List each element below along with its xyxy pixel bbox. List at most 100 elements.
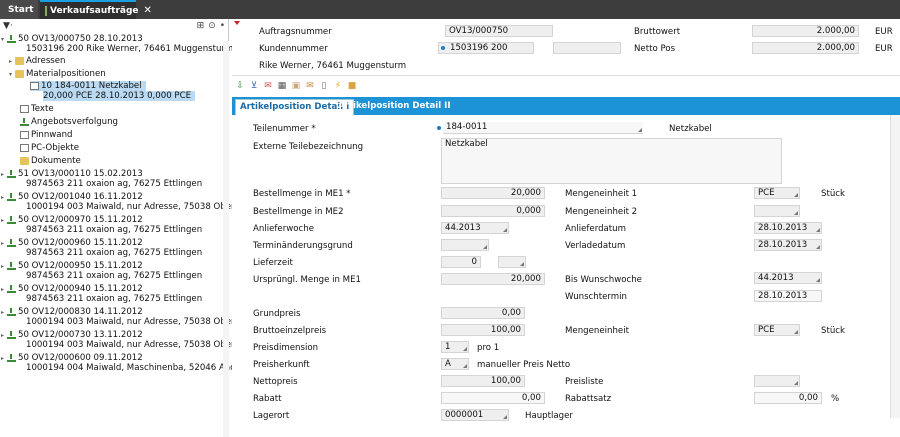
biswunsch-field[interactable]: 44.2013 bbox=[754, 272, 822, 284]
tree-node-detail[interactable]: 1000194 003 Maiwald, nur Adresse, 75038 … bbox=[26, 340, 235, 350]
auftragsnummer-field[interactable]: OV13/000750 bbox=[445, 25, 553, 37]
tree-folder-node[interactable]: PC-Objekte bbox=[20, 143, 79, 153]
termin-field[interactable] bbox=[441, 239, 489, 251]
grid-icon[interactable]: ▦ bbox=[277, 81, 287, 91]
preisliste-label: Preisliste bbox=[565, 377, 604, 387]
bruttowert-field[interactable]: 2.000,00 bbox=[752, 25, 859, 37]
wunschtermin-field[interactable]: 28.10.2013 bbox=[754, 290, 822, 302]
tree-scrollbar[interactable] bbox=[223, 41, 229, 437]
kundennummer-field[interactable]: 1503196 200 bbox=[438, 42, 534, 54]
form-scrollbar[interactable] bbox=[890, 115, 900, 418]
tree-node-detail[interactable]: 9874563 211 oxaion ag, 76275 Ettlingen bbox=[26, 179, 202, 189]
tree-node-detail[interactable]: 1503196 200 Rike Werner, 76461 Muggenstu… bbox=[26, 44, 233, 54]
tree-folder-node[interactable]: ▾ Materialpositionen bbox=[9, 69, 106, 80]
tree-node-label: 1000194 003 Maiwald, nur Adresse, 75038 … bbox=[26, 202, 235, 212]
folder-icon bbox=[20, 156, 29, 165]
nettopos-field[interactable]: 2.000,00 bbox=[752, 42, 859, 54]
tree-node-label: Adressen bbox=[26, 56, 66, 66]
tree-node-detail[interactable]: 1000194 003 Maiwald, nur Adresse, 75038 … bbox=[26, 317, 235, 327]
tree-node-detail[interactable]: 1000194 004 Maiwald, Maschinenba, 52046 … bbox=[26, 363, 237, 373]
best-me1-field[interactable]: 20,000 bbox=[441, 187, 545, 199]
download-icon[interactable]: ⇩ bbox=[235, 81, 245, 91]
download-icon bbox=[20, 117, 29, 126]
tab-start-label: Start bbox=[8, 4, 34, 15]
mail-icon[interactable]: ✉ bbox=[305, 81, 315, 91]
tab-verkaufsauftraege[interactable]: Verkaufsaufträge ✕ bbox=[40, 0, 152, 19]
download-icon bbox=[7, 261, 16, 270]
anlieferwoche-field[interactable]: 44.2013 bbox=[441, 222, 509, 234]
mengeneinheit2-field[interactable] bbox=[754, 205, 800, 217]
tree-node-label: Materialpositionen bbox=[26, 69, 106, 79]
preisdim-field[interactable]: 1 bbox=[441, 341, 469, 353]
lieferzeit-field[interactable]: 0 bbox=[441, 256, 481, 268]
tree-folder-node[interactable]: ▸ Adressen bbox=[9, 56, 66, 67]
tree-node-label: 51 OV13/000110 15.02.2013 bbox=[18, 169, 143, 179]
tree-node-label: 50 OV12/000830 14.11.2012 bbox=[18, 307, 143, 317]
teilenummer-desc: Netzkabel bbox=[669, 124, 712, 134]
tree-node-detail[interactable]: 9874563 211 oxaion ag, 76275 Ettlingen bbox=[26, 248, 202, 258]
tree-node-detail[interactable]: 9874563 211 oxaion ag, 76275 Ettlingen bbox=[26, 271, 202, 281]
preisherkunft-field[interactable]: A bbox=[441, 358, 469, 370]
folder-icon bbox=[15, 69, 24, 78]
lieferzeit2-field[interactable] bbox=[498, 256, 526, 268]
binoculars-icon[interactable]: ⊙ bbox=[208, 21, 216, 31]
best-me2-field[interactable]: 0,000 bbox=[441, 205, 545, 217]
rabattsatz-field[interactable]: 0,00 bbox=[754, 392, 822, 404]
tree-view-icon[interactable]: ⊞ bbox=[197, 21, 205, 31]
detail-toolbar: ⇩ ⊻ ✉ ▦ ▣ ✉ ▯ ⚡ ■ bbox=[235, 79, 357, 93]
tree-folder-node[interactable]: Texte bbox=[20, 104, 54, 114]
grundpreis-field[interactable]: 0,00 bbox=[441, 307, 525, 319]
extern-field[interactable]: Netzkabel bbox=[441, 138, 782, 184]
gift-icon[interactable]: ✉ bbox=[263, 81, 273, 91]
anlieferdatum-label: Anlieferdatum bbox=[565, 224, 626, 234]
refresh-icon[interactable]: • bbox=[220, 21, 225, 31]
cart-icon[interactable]: ⊻ bbox=[249, 81, 259, 91]
urspr-field[interactable]: 20,000 bbox=[441, 273, 545, 285]
download-icon bbox=[7, 330, 16, 339]
tree-node-label: 50 OV12/000950 15.11.2012 bbox=[18, 261, 143, 271]
kundennummer-extra-field[interactable] bbox=[553, 42, 621, 54]
tree-order-node[interactable]: Angebotsverfolgung bbox=[20, 117, 118, 127]
tab-detail-2[interactable]: Artikelposition Detail II bbox=[334, 99, 455, 115]
tree-node-label: Angebotsverfolgung bbox=[31, 117, 119, 127]
nettopreis-field[interactable]: 100,00 bbox=[441, 375, 525, 387]
close-icon[interactable]: ✕ bbox=[144, 5, 152, 16]
kundennummer-value: 1503196 200 bbox=[450, 43, 508, 53]
rabatt-label: Rabatt bbox=[253, 394, 282, 404]
brutto-field[interactable]: 100,00 bbox=[441, 324, 525, 336]
tree-node-label: Dokumente bbox=[31, 156, 81, 166]
tree-node-detail[interactable]: 20,000 PCE 28.10.2013 0,000 PCE bbox=[43, 91, 196, 101]
tree-node-detail[interactable]: 1000194 003 Maiwald, nur Adresse, 75038 … bbox=[26, 202, 235, 212]
tree-folder-node[interactable]: Dokumente bbox=[20, 156, 81, 166]
image-icon[interactable]: ▣ bbox=[291, 81, 301, 91]
tree-folder-node[interactable]: Pinnwand bbox=[20, 130, 72, 140]
folder-icon[interactable]: ■ bbox=[347, 81, 357, 91]
tab-bar: Start Verkaufsaufträge ✕ bbox=[0, 0, 900, 19]
mengeneinheit2-label: Mengeneinheit 2 bbox=[565, 207, 638, 217]
download-icon bbox=[7, 192, 16, 201]
tree-folder-node[interactable]: 10 184-0011 Netzkabel bbox=[30, 81, 146, 91]
verladedatum-field[interactable]: 28.10.2013 bbox=[754, 239, 822, 251]
mengeneinheit-field[interactable]: PCE bbox=[754, 324, 800, 336]
tree-node-label: 50 OV12/001040 16.11.2012 bbox=[18, 192, 143, 202]
tree-node-detail[interactable]: 9874563 211 oxaion ag, 76275 Ettlingen bbox=[26, 294, 202, 304]
tree-node-detail[interactable]: 9874563 211 oxaion ag, 76275 Ettlingen bbox=[26, 225, 202, 235]
lagerort-field[interactable]: 0000001 bbox=[441, 409, 509, 421]
download-icon bbox=[7, 169, 16, 178]
biswunsch-label: Bis Wunschwoche bbox=[565, 275, 642, 285]
tab-start[interactable]: Start bbox=[0, 0, 38, 19]
document-icon[interactable]: ▯ bbox=[319, 81, 329, 91]
anlieferdatum-field[interactable]: 28.10.2013 bbox=[754, 222, 822, 234]
tree-node-label: 9874563 211 oxaion ag, 76275 Ettlingen bbox=[26, 271, 203, 281]
order-header: Auftragsnummer OV13/000750 Bruttowert 2.… bbox=[232, 19, 900, 76]
lightning-icon[interactable]: ⚡ bbox=[333, 81, 343, 91]
filter-icon[interactable]: ▼· bbox=[3, 21, 13, 31]
preisliste-field[interactable] bbox=[754, 375, 800, 387]
mengeneinheit-label: Mengeneinheit bbox=[565, 326, 629, 336]
teilenummer-field[interactable]: 184-0011 bbox=[443, 122, 643, 134]
download-icon bbox=[7, 238, 16, 247]
rabatt-field[interactable]: 0,00 bbox=[441, 392, 545, 404]
mengeneinheit1-field[interactable]: PCE bbox=[754, 187, 800, 199]
preisdim-desc: pro 1 bbox=[477, 343, 500, 353]
tree-node-label: PC-Objekte bbox=[31, 143, 80, 153]
